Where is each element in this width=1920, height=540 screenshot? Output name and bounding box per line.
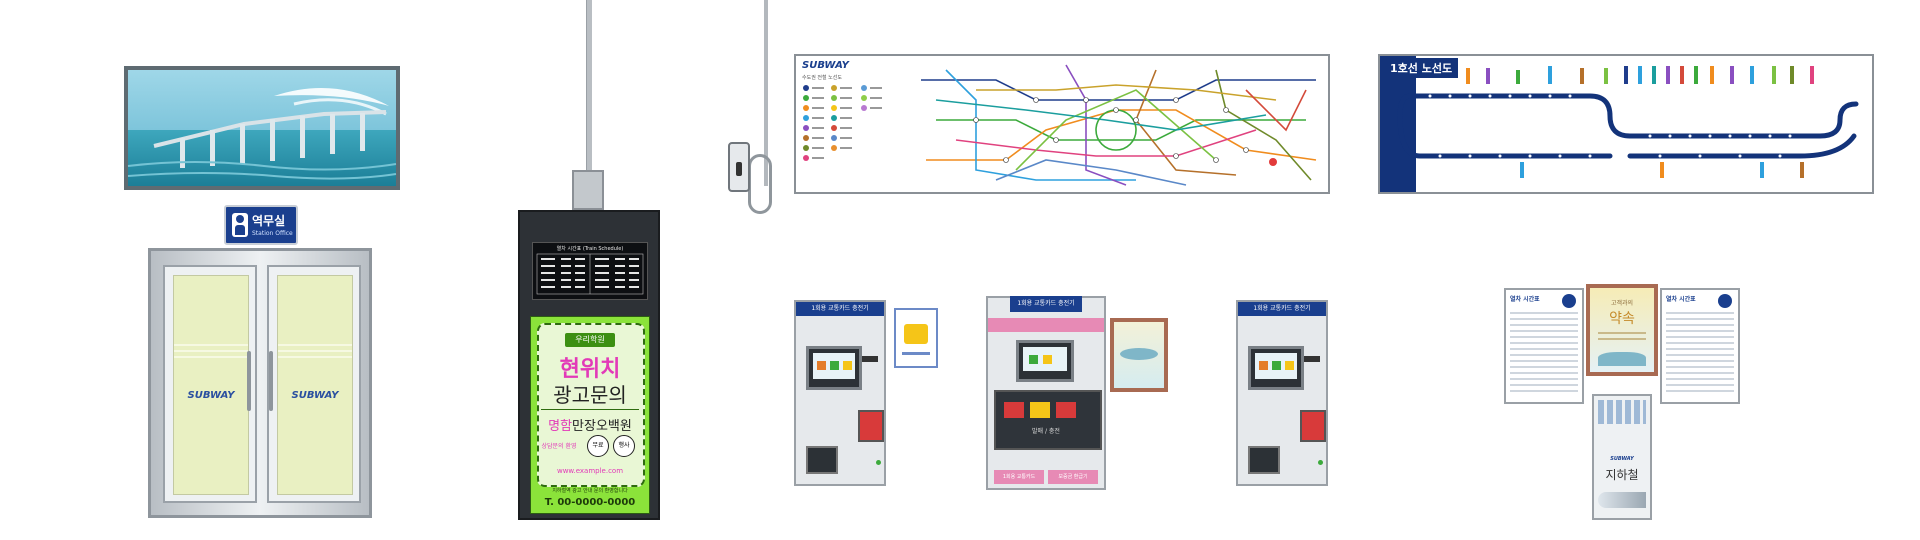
ad-tagline-rest: 만장오백원 — [572, 419, 632, 434]
ticket-kiosk-center[interactable]: 1회용 교통카드 충전기 발매 / 충전 1회용 교통카드 보증금 환급기 — [986, 296, 1106, 490]
ad-circle-2: 행사 — [613, 435, 635, 457]
stand-brand: SUBWAY — [1610, 456, 1634, 462]
ad-tagline-pink: 명함 — [548, 419, 573, 434]
kiosk-center-pink-band — [988, 318, 1104, 332]
timetable-right-icon — [1718, 294, 1732, 308]
kiosk-left-cash-slot[interactable] — [858, 410, 884, 442]
staff-icon — [232, 213, 248, 237]
office-sign-label: 역무실 — [252, 214, 286, 228]
ticket-kiosk-right[interactable]: 1회용 교통카드 충전기 — [1236, 300, 1328, 486]
door-panel-left: SUBWAY — [163, 265, 257, 503]
network-lines — [921, 64, 1317, 186]
kiosk-right-cash-slot[interactable] — [1300, 410, 1326, 442]
stand-title: 지하철 — [1605, 468, 1639, 482]
kiosk-right-status-light — [1318, 460, 1323, 465]
kiosk-right-header: 1회용 교통카드 충전기 — [1238, 302, 1326, 316]
door-brand-right: SUBWAY — [291, 390, 339, 401]
kiosk-left-screen[interactable] — [806, 346, 862, 390]
kiosk-center-header: 1회용 교통카드 충전기 — [1010, 296, 1082, 312]
line1-route-map: 1호선 노선도 — [1378, 54, 1874, 194]
kiosk-center-buttons-label: 발매 / 충전 — [1032, 428, 1060, 435]
subway-network-map: SUBWAY 수도권 전철 노선도 — [794, 54, 1330, 194]
pole-mount-box — [572, 170, 604, 210]
cable-loop — [748, 154, 772, 214]
promise-title: 약속 — [1609, 311, 1635, 327]
timetable-poster-left: 열차 시간표 — [1504, 288, 1584, 404]
station-painting — [124, 66, 400, 190]
ad-poster: 우리학원 현위치 광고문의 명함만장오백원 상담문의 환영 무료 행사 www.… — [530, 316, 650, 514]
promise-subtitle: 고객과의 — [1610, 300, 1634, 307]
intercom-unit[interactable] — [728, 142, 750, 192]
ad-board: 열차 시간표 (Train Schedule) 우리학원 현위치 광고문의 명함… — [518, 210, 660, 520]
ad-website: www.example.com — [556, 467, 624, 475]
subway-map-brand: SUBWAY — [802, 60, 849, 71]
ad-phone: T. 00-0000-0000 — [544, 497, 636, 508]
kiosk-center-screen[interactable] — [1016, 340, 1074, 382]
schedule-screen: 열차 시간표 (Train Schedule) — [532, 242, 648, 300]
kiosk-center-caption-left: 1회용 교통카드 — [994, 470, 1044, 484]
kiosk-left-header: 1회용 교통카드 충전기 — [796, 302, 884, 316]
ticket-kiosk-left[interactable]: 1회용 교통카드 충전기 — [794, 300, 886, 486]
ad-circle-1: 무료 — [587, 435, 609, 457]
door-panel-right: SUBWAY — [267, 265, 361, 503]
kiosk-right-card-slot[interactable] — [1304, 356, 1320, 362]
timetable-left-icon — [1562, 294, 1576, 308]
kiosk-left-card-slot[interactable] — [862, 356, 878, 362]
kiosk-left-coin-slot[interactable] — [806, 446, 838, 474]
kiosk-center-button-2[interactable] — [1030, 402, 1050, 418]
framed-picture-center — [1110, 318, 1168, 392]
ad-headline-2: 광고문의 — [553, 383, 627, 407]
kiosk-center-button-panel: 발매 / 충전 — [994, 390, 1102, 450]
ad-small-print: 지하철역 광고 안내 문의 환영합니다 — [552, 488, 628, 494]
station-office-door[interactable]: SUBWAY SUBWAY — [148, 248, 372, 518]
line1-route — [1397, 66, 1859, 178]
ad-tagline: 명함만장오백원 — [531, 415, 649, 434]
kiosk-right-coin-slot[interactable] — [1248, 446, 1280, 474]
kiosk-center-button-3[interactable] — [1056, 402, 1076, 418]
station-office-sign: 역무실 Station Office — [224, 205, 298, 245]
door-brand-left: SUBWAY — [187, 390, 235, 401]
brochure-stand[interactable]: SUBWAY 지하철 — [1592, 394, 1652, 520]
schedule-table — [536, 253, 644, 295]
info-sign-small — [894, 308, 938, 368]
ad-badge: 우리학원 — [565, 333, 615, 347]
kiosk-right-screen[interactable] — [1248, 346, 1304, 390]
ceiling-pole — [586, 0, 592, 172]
timetable-right-title: 열차 시간표 — [1666, 296, 1696, 303]
schedule-title: 열차 시간표 (Train Schedule) — [556, 246, 624, 252]
kiosk-left-status-light — [876, 460, 881, 465]
timetable-left-title: 열차 시간표 — [1510, 296, 1540, 303]
kiosk-center-caption-right: 보증금 환급기 — [1048, 470, 1098, 484]
brochure-slots — [1598, 400, 1646, 424]
door-handle-left[interactable] — [247, 351, 251, 411]
ad-note: 상담문의 환영 — [541, 443, 577, 450]
office-sign-sublabel: Station Office — [252, 230, 293, 237]
subway-map-legend-title: 수도권 전철 노선도 — [802, 75, 842, 81]
map-legend — [803, 85, 882, 161]
stand-train-graphic — [1598, 492, 1646, 508]
timetable-poster-right: 열차 시간표 — [1660, 288, 1740, 404]
door-handle-right[interactable] — [269, 351, 273, 411]
promise-poster: 고객과의 약속 — [1586, 284, 1658, 376]
kiosk-center-button-1[interactable] — [1004, 402, 1024, 418]
